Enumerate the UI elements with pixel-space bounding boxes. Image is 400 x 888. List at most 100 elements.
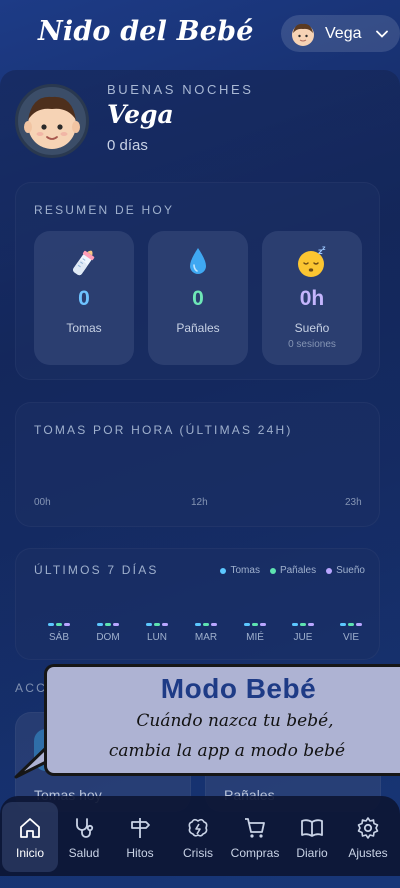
series-marker bbox=[308, 623, 314, 626]
nav-item-compras[interactable]: Compras bbox=[227, 796, 283, 876]
stat-value: 0 bbox=[78, 287, 90, 310]
baby-avatar[interactable] bbox=[15, 84, 89, 158]
legend-label: Tomas bbox=[230, 565, 260, 576]
stethoscope-icon bbox=[76, 818, 94, 838]
day-series-markers bbox=[186, 623, 226, 627]
nav-label: Crisis bbox=[183, 846, 213, 860]
day-label: DOM bbox=[96, 632, 120, 643]
profile-name: Vega bbox=[325, 24, 362, 42]
stat-label: Sueño bbox=[294, 321, 330, 335]
stat-label: Tomas bbox=[66, 321, 102, 335]
series-marker bbox=[292, 623, 298, 626]
stat-value: 0 bbox=[192, 287, 204, 310]
day-label: LUN bbox=[146, 632, 167, 643]
stat-tile-sleep[interactable]: z z 0h Sueño 0 sesiones bbox=[262, 231, 362, 365]
hour-tick: 00h bbox=[34, 497, 51, 508]
series-marker bbox=[252, 623, 258, 626]
sleeping-face-icon: z z bbox=[298, 245, 326, 277]
day-column: DOM bbox=[88, 623, 128, 643]
day-column: SÁB bbox=[39, 623, 79, 643]
legend-item: Pañales bbox=[269, 565, 317, 576]
baby-name: Vega bbox=[107, 100, 174, 129]
series-marker bbox=[348, 623, 354, 626]
day-column: VIE bbox=[331, 623, 371, 643]
stat-tile-feeds[interactable]: 0 Tomas bbox=[34, 231, 134, 365]
nav-item-crisis[interactable]: Crisis bbox=[170, 796, 226, 876]
nav-label: Ajustes bbox=[348, 846, 388, 860]
home-icon bbox=[20, 818, 40, 838]
nav-item-inicio[interactable]: Inicio bbox=[2, 802, 58, 872]
day-series-markers bbox=[331, 623, 371, 627]
hourly-feeds-card: TOMAS POR HORA (ÚLTIMAS 24H) 00h 12h 23h bbox=[15, 402, 380, 527]
profile-selector[interactable]: Vega bbox=[281, 15, 400, 52]
brand-logo: Nido del Bebé bbox=[38, 16, 254, 47]
series-marker bbox=[211, 623, 217, 626]
day-series-markers bbox=[235, 623, 275, 627]
series-marker bbox=[97, 623, 103, 626]
banner-line2: cambia la app a modo bebé bbox=[108, 741, 346, 761]
nav-item-hitos[interactable]: Hitos bbox=[112, 796, 168, 876]
greeting-text: BUENAS NOCHES bbox=[107, 82, 254, 97]
series-marker bbox=[146, 623, 152, 626]
nav-label: Compras bbox=[230, 846, 280, 860]
cart-icon bbox=[245, 818, 265, 838]
series-marker bbox=[162, 623, 168, 626]
day-label: VIE bbox=[342, 632, 360, 643]
book-icon bbox=[301, 819, 323, 837]
banner-line1: Cuándo nazca tu bebé, bbox=[136, 711, 334, 731]
nav-item-ajustes[interactable]: Ajustes bbox=[340, 796, 396, 876]
day-label: JUE bbox=[293, 632, 313, 643]
day-label: MIÉ bbox=[246, 632, 264, 643]
day-series-markers bbox=[88, 623, 128, 627]
signpost-icon bbox=[131, 818, 150, 838]
app-header: Nido del Bebé Vega bbox=[0, 0, 400, 70]
hourly-title: TOMAS POR HORA (ÚLTIMAS 24H) bbox=[34, 423, 293, 437]
baby-age: 0 días bbox=[107, 137, 148, 154]
nav-label: Inicio bbox=[15, 846, 44, 860]
stat-value: 0h bbox=[299, 287, 325, 310]
series-marker bbox=[48, 623, 54, 626]
legend-item: Sueño bbox=[326, 565, 365, 576]
series-marker bbox=[356, 623, 362, 626]
day-column: LUN bbox=[137, 623, 177, 643]
svg-text:z: z bbox=[322, 245, 326, 252]
series-marker bbox=[195, 623, 201, 626]
week-title: ÚLTIMOS 7 DÍAS bbox=[34, 563, 159, 577]
series-marker bbox=[244, 623, 250, 626]
series-marker bbox=[260, 623, 266, 626]
day-series-markers bbox=[39, 623, 79, 627]
series-marker bbox=[105, 623, 111, 626]
series-marker bbox=[56, 623, 62, 626]
last-7-days-card: ÚLTIMOS 7 DÍAS Tomas Pañales Sueño SÁB DO… bbox=[15, 548, 380, 660]
day-column: MIÉ bbox=[235, 623, 275, 643]
day-column: JUE bbox=[283, 623, 323, 643]
stat-label: Pañales bbox=[176, 321, 220, 335]
day-series-markers bbox=[283, 623, 323, 627]
baby-mode-banner[interactable]: Modo Bebé Cuándo nazca tu bebé, cambia l… bbox=[44, 664, 400, 776]
nav-item-diario[interactable]: Diario bbox=[284, 796, 340, 876]
series-marker bbox=[340, 623, 346, 626]
bottom-nav: Inicio Salud Hitos Crisis Compras Diario… bbox=[0, 796, 400, 876]
nav-label: Salud bbox=[68, 846, 100, 860]
series-marker bbox=[203, 623, 209, 626]
series-marker bbox=[64, 623, 70, 626]
banner-title: Modo Bebé bbox=[160, 673, 317, 704]
day-label: SÁB bbox=[48, 632, 69, 643]
chevron-down-icon bbox=[376, 30, 389, 38]
today-summary-card: RESUMEN DE HOY 0 Tomas 0 Pañales z z 0h … bbox=[15, 182, 380, 380]
hour-tick: 12h bbox=[191, 497, 208, 508]
gear-icon bbox=[357, 817, 379, 839]
nav-item-salud[interactable]: Salud bbox=[56, 796, 112, 876]
summary-title: RESUMEN DE HOY bbox=[34, 203, 175, 217]
day-label: MAR bbox=[194, 632, 218, 643]
day-column: MAR bbox=[186, 623, 226, 643]
stat-sub: 0 sesiones bbox=[288, 339, 336, 350]
stat-tile-diapers[interactable]: 0 Pañales bbox=[148, 231, 248, 365]
baby-bottle-icon bbox=[73, 250, 95, 276]
series-marker bbox=[154, 623, 160, 626]
nav-label: Hitos bbox=[126, 846, 154, 860]
legend-label: Sueño bbox=[336, 565, 365, 576]
droplet-icon bbox=[190, 248, 206, 274]
day-series-markers bbox=[137, 623, 177, 627]
legend-label: Pañales bbox=[279, 565, 317, 576]
